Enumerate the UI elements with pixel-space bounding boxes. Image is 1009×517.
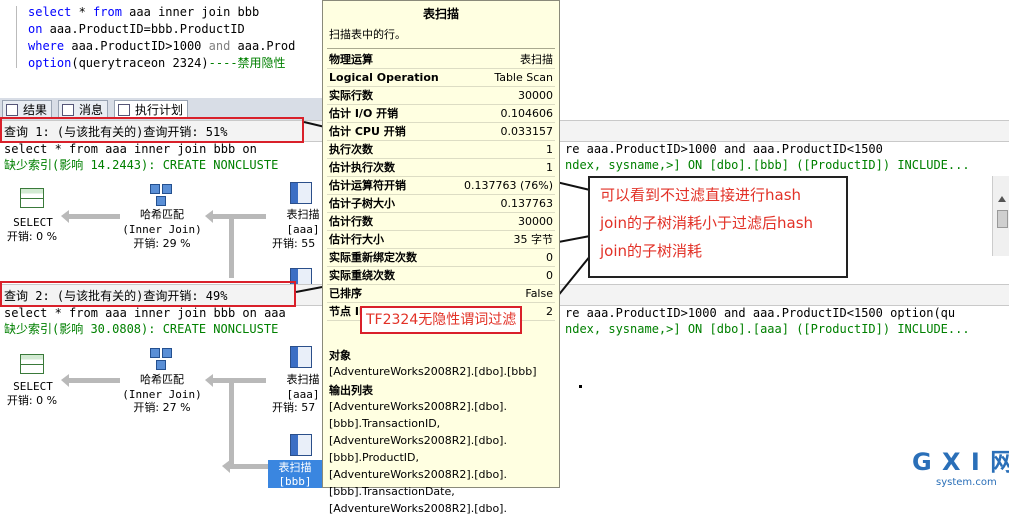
tooltip-output-heading: 输出列表 xyxy=(329,384,373,397)
tooltip-output-line: [AdventureWorks2008R2].[dbo]. xyxy=(329,468,507,481)
tf2324-annotation: TF2324无隐性谓词过滤 xyxy=(360,306,523,334)
annotation-line: 可以看到不过滤直接进行hash xyxy=(600,186,802,204)
tooltip-output-line: [AdventureWorks2008R2].[dbo]. xyxy=(329,400,507,413)
tooltip-row: 实际重新绑定次数 0 xyxy=(327,249,555,267)
tooltip-row: 实际行数 30000 xyxy=(327,87,555,105)
tooltip-row: 物理运算 表扫描 xyxy=(327,51,555,69)
tooltip-object-heading: 对象 xyxy=(329,349,351,362)
tooltip-row: 估计行大小 35 字节 xyxy=(327,231,555,249)
tooltip-row: 实际重绕次数 0 xyxy=(327,267,555,285)
tooltip-output-line: [bbb].ProductID, xyxy=(329,451,420,464)
tooltip-row: 估计 I/O 开销 0.104606 xyxy=(327,105,555,123)
tooltip-output-line: [AdventureWorks2008R2].[dbo]. xyxy=(329,434,507,447)
watermark-brand: G X I 网 xyxy=(912,448,1009,476)
watermark-site: system.com xyxy=(936,477,997,488)
stray-dot xyxy=(579,385,582,388)
tooltip-row: 估计执行次数 1 xyxy=(327,159,555,177)
tooltip-output-line: [bbb].TransactionID, xyxy=(329,417,441,430)
tooltip-row: 估计子树大小 0.137763 xyxy=(327,195,555,213)
tooltip-row: 估计行数 30000 xyxy=(327,213,555,231)
tooltip-output-line: [bbb].TransactionDate, xyxy=(329,485,455,498)
annotation-line: join的子树消耗小于过滤后hash xyxy=(600,214,814,232)
tooltip-divider xyxy=(327,48,555,49)
operator-tooltip: 表扫描 扫描表中的行。 物理运算 表扫描 Logical Operation Tab… xyxy=(322,0,560,515)
annotation-line: join的子树消耗 xyxy=(600,242,703,260)
tooltip-row: 估计 CPU 开销 0.033157 xyxy=(327,123,555,141)
tooltip-row: 执行次数 1 xyxy=(327,141,555,159)
tooltip-row: 已排序 False xyxy=(327,285,555,303)
tooltip-title: 表扫描 xyxy=(422,7,459,21)
tooltip-object-value: [AdventureWorks2008R2].[dbo].[bbb] xyxy=(329,365,537,378)
annotation-box: 可以看到不过滤直接进行hash join的子树消耗小于过滤后hash join的… xyxy=(588,176,848,278)
tooltip-row: Logical Operation Table Scan xyxy=(327,69,555,87)
tooltip-output-line: [AdventureWorks2008R2].[dbo]. xyxy=(329,502,507,515)
watermark-logo: G X I 网 system.com xyxy=(912,442,1009,488)
tooltip-description: 扫描表中的行。 xyxy=(329,28,406,41)
tooltip-row: 估计运算符开销 0.137763 (76%) xyxy=(327,177,555,195)
